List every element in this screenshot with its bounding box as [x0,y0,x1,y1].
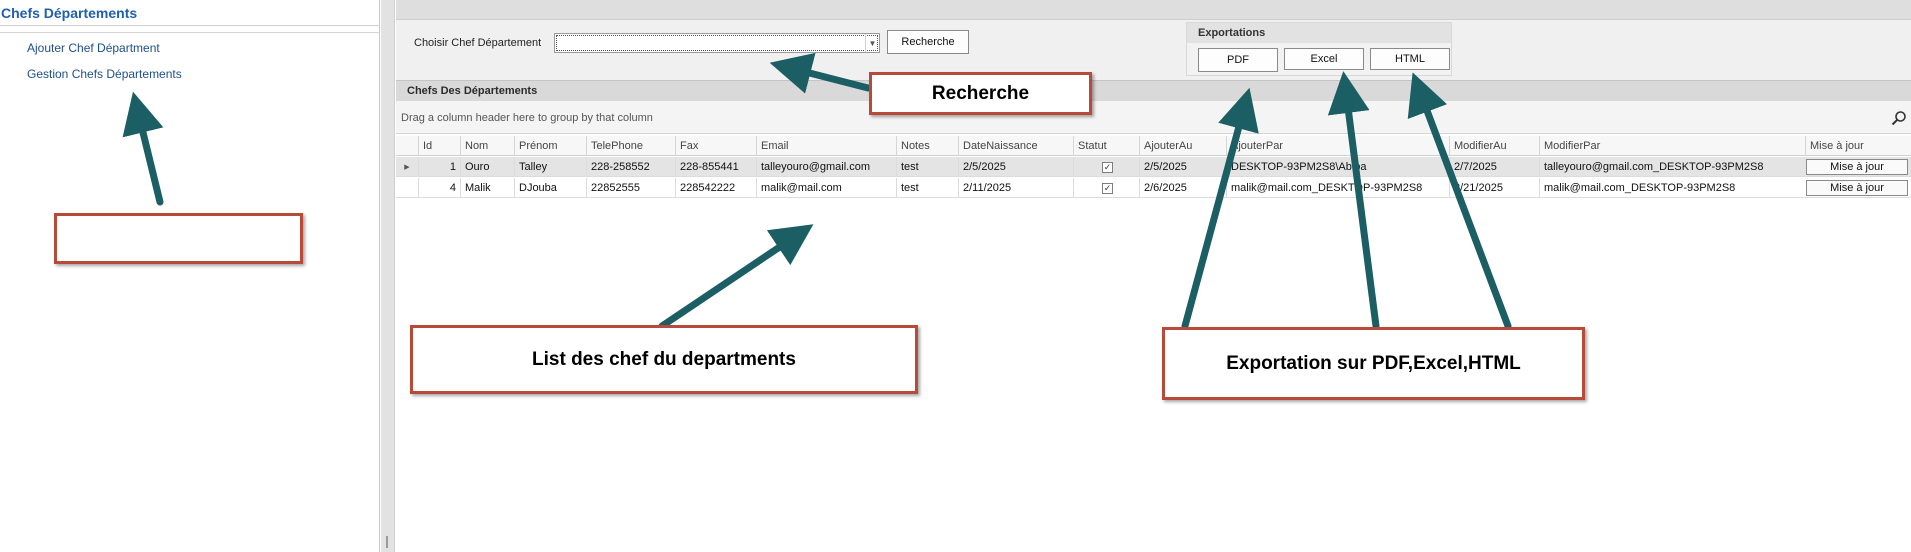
cell-statut: ✓ [1073,178,1139,198]
search-icon[interactable] [1891,110,1907,126]
cell-modifier-au: 2/7/2025 [1449,157,1539,177]
top-strip [396,0,1911,20]
cell-notes: test [896,157,958,177]
group-by-panel[interactable]: Drag a column header here to group by th… [396,101,1911,134]
callout-list: List des chef du departments [410,325,918,394]
callout-recherche: Recherche [869,72,1092,115]
column-header-ajouter-au[interactable]: AjouterAu [1139,136,1226,156]
check-icon: ✓ [1103,182,1112,193]
cell-fax: 228-855441 [675,157,756,177]
chef-select-combo[interactable]: ▼ [554,33,880,53]
column-header-email[interactable]: Email [756,136,896,156]
nav-item-manage-chefs[interactable]: Gestion Chefs Départements [27,67,182,81]
cell-nom: Malik [460,178,514,198]
chevron-down-icon[interactable]: ▼ [865,34,879,52]
column-header-ajouter-par[interactable]: AjouterPar [1226,136,1449,156]
check-icon: ✓ [1103,161,1112,172]
table-row[interactable]: ▶ 1 Ouro Talley 228-258552 228-855441 ta… [396,157,1911,177]
cell-modifier-au: 2/21/2025 [1449,178,1539,198]
nav-title: Chefs Départements [1,4,138,21]
search-button[interactable]: Recherche [887,30,969,54]
status-checkbox[interactable]: ✓ [1102,182,1113,194]
column-header-date-naissance[interactable]: DateNaissance [958,136,1073,156]
export-excel-button[interactable]: Excel [1284,48,1364,70]
chefs-grid-panel: Chefs Des Départements Drag a column hea… [396,80,1911,552]
cell-statut: ✓ [1073,157,1139,177]
cell-notes: test [896,178,958,198]
cell-prenom: DJouba [514,178,586,198]
navigation-panel: Chefs Départements Ajouter Chef Départme… [0,0,380,552]
cell-ajouter-par: malik@mail.com_DESKTOP-93PM2S8 [1226,178,1449,198]
panel-splitter[interactable] [381,0,395,552]
cell-date-naissance: 2/11/2025 [958,178,1073,198]
nav-item-add-chef[interactable]: Ajouter Chef Départment [27,41,160,55]
splitter-grip[interactable] [386,536,388,548]
cell-email: talleyouro@gmail.com [756,157,896,177]
nav-body: Ajouter Chef Départment Gestion Chefs Dé… [0,32,379,552]
column-header-nom[interactable]: Nom [460,136,514,156]
callout-export: Exportation sur PDF,Excel,HTML [1162,327,1585,400]
cell-nom: Ouro [460,157,514,177]
cell-ajouter-par: DESKTOP-93PM2S8\Abiba [1226,157,1449,177]
column-header-mise-a-jour[interactable]: Mise à jour [1805,136,1911,156]
column-header-id[interactable]: Id [418,136,460,156]
update-button[interactable]: Mise à jour [1806,159,1908,175]
cell-prenom: Talley [514,157,586,177]
filter-label: Choisir Chef Département [414,37,542,49]
cell-modifier-par: talleyouro@gmail.com_DESKTOP-93PM2S8 [1539,157,1805,177]
cell-fax: 228542222 [675,178,756,198]
column-header-modifier-au[interactable]: ModifierAu [1449,136,1539,156]
group-by-hint: Drag a column header here to group by th… [401,112,653,124]
cell-date-naissance: 2/5/2025 [958,157,1073,177]
nav-header: Chefs Départements [0,0,379,26]
main-area: Choisir Chef Département ▼ Recherche Exp… [396,0,1911,552]
column-header-prenom[interactable]: Prénom [514,136,586,156]
column-header-fax[interactable]: Fax [675,136,756,156]
grid-header: Id Nom Prénom TelePhone Fax Email Notes … [396,136,1911,156]
grid-caption: Chefs Des Départements [396,80,1911,101]
cell-telephone: 22852555 [586,178,675,198]
cell-ajouter-au: 2/6/2025 [1139,178,1226,198]
export-html-button[interactable]: HTML [1370,48,1450,70]
cell-email: malik@mail.com [756,178,896,198]
empty-callout [54,213,303,264]
filter-bar: Choisir Chef Département ▼ Recherche [396,20,1911,80]
column-header-notes[interactable]: Notes [896,136,958,156]
column-header-statut[interactable]: Statut [1073,136,1139,156]
update-button[interactable]: Mise à jour [1806,180,1908,196]
cell-id: 1 [418,157,460,177]
export-pdf-button[interactable]: PDF [1198,48,1278,72]
cell-telephone: 228-258552 [586,157,675,177]
column-header-telephone[interactable]: TelePhone [586,136,675,156]
status-checkbox[interactable]: ✓ [1102,161,1113,173]
cell-ajouter-au: 2/5/2025 [1139,157,1226,177]
row-indicator-icon: ▶ [404,164,410,171]
table-row[interactable]: 4 Malik DJouba 22852555 228542222 malik@… [396,178,1911,198]
cell-id: 4 [418,178,460,198]
cell-modifier-par: malik@mail.com_DESKTOP-93PM2S8 [1539,178,1805,198]
column-header-modifier-par[interactable]: ModifierPar [1539,136,1805,156]
exports-title: Exportations [1187,23,1451,43]
exports-group: Exportations PDF Excel HTML [1186,22,1452,76]
